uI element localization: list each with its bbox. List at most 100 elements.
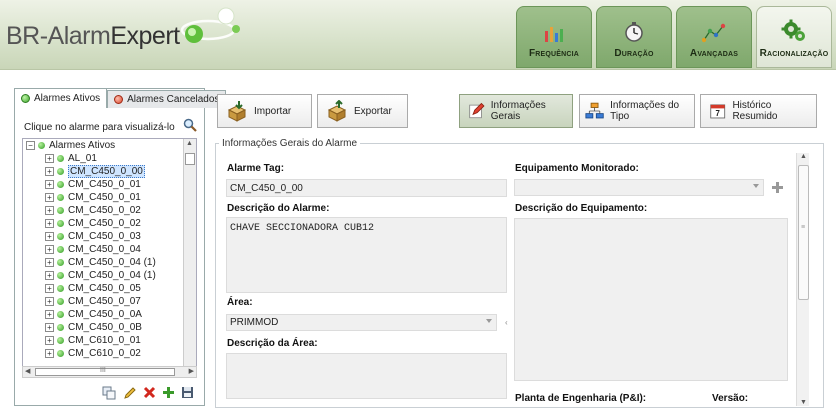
add-icon[interactable] (162, 386, 175, 399)
save-icon[interactable] (181, 386, 194, 399)
logo-text-1: BR-Alarm (6, 22, 111, 50)
collapse-icon[interactable]: − (26, 141, 35, 150)
tree-root[interactable]: − Alarmes Ativos (23, 139, 183, 152)
tree-item[interactable]: + CM_C450_0_04 (1) (23, 269, 183, 282)
alarm-description-label: Descrição do Alarme: (227, 203, 330, 214)
tree-item[interactable]: + CM_C610_0_02 (23, 347, 183, 360)
expand-icon[interactable]: + (45, 349, 54, 358)
expand-icon[interactable]: + (45, 167, 54, 176)
alarm-tag-field[interactable]: CM_C450_0_00 (226, 179, 507, 197)
alarm-tree-rows: − Alarmes Ativos + AL_01 + CM_C450_0_00 + CM_… (23, 139, 183, 360)
expand-icon[interactable]: + (45, 206, 54, 215)
import-label: Importar (254, 105, 292, 117)
tree-item[interactable]: + CM_C450_0_03 (23, 230, 183, 243)
tree-item[interactable]: + CM_C450_0_0A (23, 308, 183, 321)
equipment-description-label: Descrição do Equipamento: (515, 203, 648, 214)
tree-item[interactable]: + CM_C610_0_01 (23, 334, 183, 347)
alarm-status-icon (57, 350, 64, 357)
equipment-select[interactable] (514, 179, 764, 196)
expand-icon[interactable]: + (45, 258, 54, 267)
tab-alarmes-cancelados[interactable]: Alarmes Cancelados (107, 90, 227, 108)
tree-item[interactable]: + CM_C450_0_04 (23, 243, 183, 256)
hierarchy-icon (585, 102, 604, 119)
area-info-icon: ‹ (505, 318, 508, 327)
expand-icon[interactable]: + (45, 193, 54, 202)
alarm-status-icon (57, 207, 64, 214)
tree-hscroll-thumb[interactable]: III (35, 367, 175, 376)
tree-item[interactable]: + CM_C450_0_05 (23, 282, 183, 295)
chevron-down-icon (753, 184, 759, 188)
alarm-status-icon (57, 285, 64, 292)
area-select[interactable]: PRIMMOD (226, 314, 497, 331)
general-info-button[interactable]: Informações Gerais (459, 94, 573, 128)
tab-duracao-label: Duração (614, 48, 654, 59)
area-description-field[interactable] (226, 353, 507, 399)
tree-item[interactable]: + CM_C450_0_0B (23, 321, 183, 334)
type-info-button[interactable]: Informações do Tipo (579, 94, 695, 128)
tree-root-label: Alarmes Ativos (49, 140, 116, 151)
expand-icon[interactable]: + (45, 245, 54, 254)
edit-pencil-icon[interactable] (123, 386, 137, 400)
expand-icon[interactable]: + (45, 336, 54, 345)
active-status-icon (21, 94, 30, 103)
scroll-left-icon[interactable]: ◀ (25, 367, 30, 375)
tab-alarmes-ativos[interactable]: Alarmes Ativos (14, 88, 108, 108)
form-vertical-scrollbar[interactable]: ▲ ≡ ▼ (796, 153, 809, 406)
expand-icon[interactable]: + (45, 180, 54, 189)
tree-item[interactable]: + CM_C450_0_02 (23, 217, 183, 230)
tree-item[interactable]: + CM_C450_0_01 (23, 191, 183, 204)
tab-avancadas[interactable]: Avançadas (676, 6, 752, 68)
import-button[interactable]: Importar (217, 94, 312, 128)
clock-icon (625, 22, 643, 42)
alarm-tag-label: Alarme Tag: (227, 163, 285, 174)
search-icon[interactable] (183, 118, 197, 132)
edit-document-icon (469, 102, 485, 119)
tab-duracao[interactable]: Duração (596, 6, 672, 68)
expand-icon[interactable]: + (45, 284, 54, 293)
import-box-icon (227, 101, 247, 122)
scroll-down-icon[interactable]: ▼ (800, 399, 807, 406)
tab-frequencia[interactable]: Frequência (516, 6, 592, 68)
expand-icon[interactable]: + (45, 271, 54, 280)
app-logo: BR-AlarmExpert (6, 22, 180, 51)
tree-item[interactable]: + CM_C450_0_02 (23, 204, 183, 217)
tab-avancadas-label: Avançadas (689, 48, 739, 59)
tree-item[interactable]: + CM_C450_0_07 (23, 295, 183, 308)
scroll-right-icon[interactable]: ▶ (189, 367, 194, 375)
expand-icon[interactable]: + (45, 323, 54, 332)
tab-alarmes-cancelados-label: Alarmes Cancelados (127, 94, 220, 105)
alarm-description-field[interactable]: CHAVE SECCIONADORA CUB12 (226, 217, 507, 293)
expand-icon[interactable]: + (45, 154, 54, 163)
expand-icon[interactable]: + (45, 297, 54, 306)
tree-item[interactable]: + CM_C450_0_00 (23, 165, 183, 178)
tree-item[interactable]: + CM_C450_0_01 (23, 178, 183, 191)
tab-racionalizacao[interactable]: Racionalização (756, 6, 832, 68)
add-equipment-icon[interactable] (771, 181, 784, 194)
area-label: Área: (227, 297, 253, 308)
delete-icon[interactable] (143, 386, 156, 399)
export-button[interactable]: Exportar (317, 94, 408, 128)
copy-icon[interactable] (102, 386, 117, 400)
version-label: Versão: (712, 393, 749, 404)
tree-scroll-thumb[interactable] (185, 153, 195, 165)
tree-item-label: CM_C450_0_07 (68, 296, 141, 307)
tree-item[interactable]: + CM_C450_0_04 (1) (23, 256, 183, 269)
tree-vertical-scrollbar[interactable]: ▲ ▼ (183, 139, 196, 377)
area-select-value: PRIMMOD (230, 317, 279, 328)
scroll-up-icon[interactable]: ▲ (186, 140, 193, 147)
plant-label: Planta de Engenharia (P&I): (515, 393, 647, 404)
expand-icon[interactable]: + (45, 219, 54, 228)
network-chart-icon (702, 23, 726, 43)
tree-horizontal-scrollbar[interactable]: ◀ III ▶ (22, 366, 197, 378)
tree-item[interactable]: + AL_01 (23, 152, 183, 165)
expand-icon[interactable]: + (45, 232, 54, 241)
form-scroll-thumb[interactable]: ≡ (798, 165, 809, 300)
scroll-grip: III (100, 367, 106, 374)
scroll-up-icon[interactable]: ▲ (800, 153, 807, 160)
tree-item-label: CM_C450_0_0B (68, 322, 142, 333)
expand-icon[interactable]: + (45, 310, 54, 319)
alarm-status-icon (57, 324, 64, 331)
alarm-tree[interactable]: − Alarmes Ativos + AL_01 + CM_C450_0_00 + CM_… (22, 138, 197, 378)
history-button[interactable]: 7 Histórico Resumido (700, 94, 817, 128)
equipment-description-field[interactable] (514, 218, 788, 381)
